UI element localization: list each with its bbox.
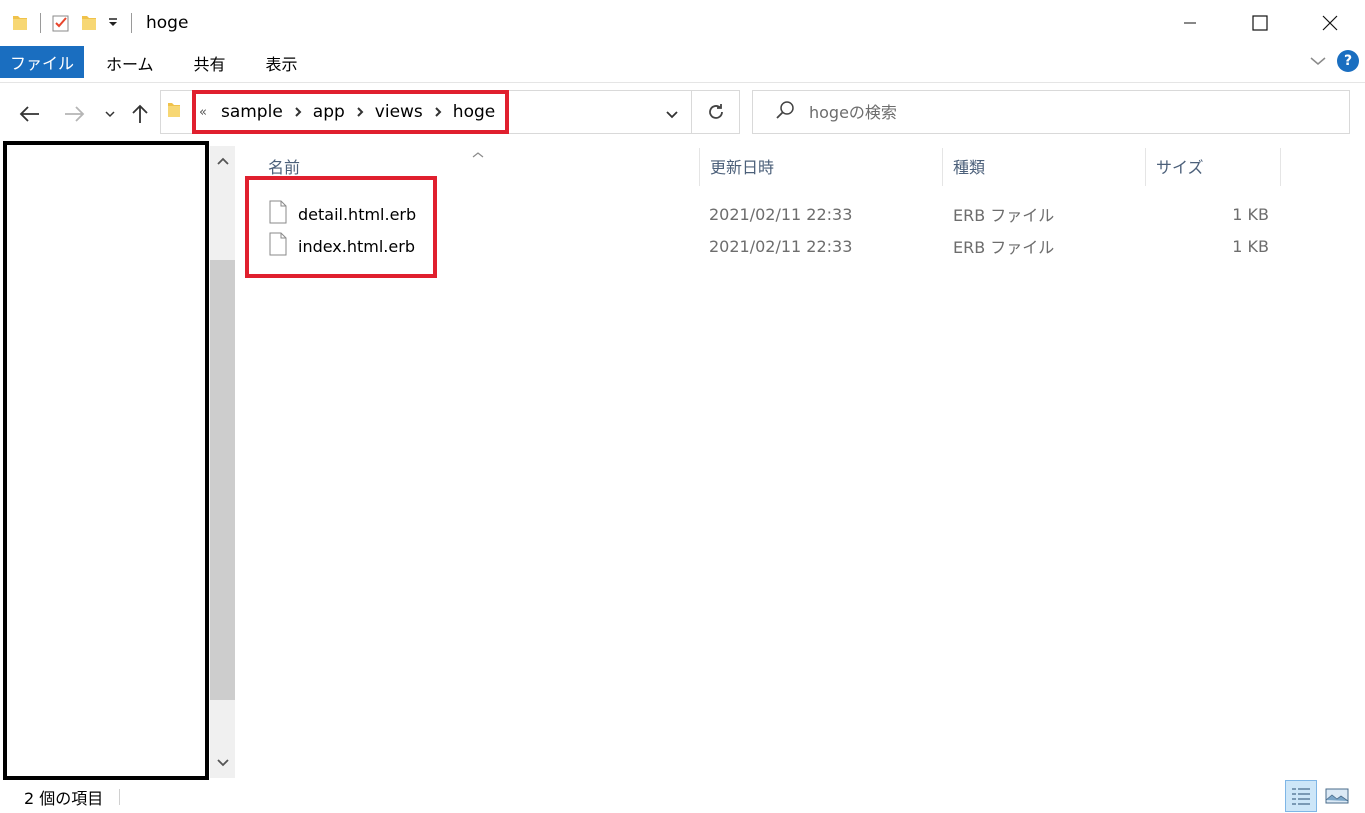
- ribbon-tabs: ファイル ホーム 共有 表示 ?: [0, 46, 1365, 83]
- refresh-button[interactable]: [692, 90, 740, 134]
- chevron-right-icon[interactable]: [289, 106, 307, 118]
- overflow-chevron[interactable]: «: [199, 105, 207, 120]
- file-icon: [268, 232, 288, 260]
- up-button[interactable]: [126, 100, 154, 128]
- file-type: ERB ファイル: [953, 238, 1055, 257]
- tab-share[interactable]: 共有: [176, 46, 244, 79]
- search-input[interactable]: [809, 102, 1289, 122]
- tab-home[interactable]: ホーム: [88, 46, 172, 79]
- breadcrumb-sample[interactable]: sample: [215, 102, 289, 122]
- divider: [119, 788, 121, 805]
- file-modified: 2021/02/11 22:33: [709, 236, 853, 256]
- file-type: ERB ファイル: [953, 206, 1055, 225]
- customize-dropdown-icon[interactable]: [107, 17, 119, 29]
- column-size[interactable]: サイズ: [1146, 146, 1280, 186]
- tab-view[interactable]: 表示: [248, 46, 316, 79]
- scroll-thumb[interactable]: [210, 260, 235, 700]
- file-size: 1 KB: [1232, 204, 1269, 224]
- ribbon-right-controls: ?: [1309, 50, 1359, 72]
- column-name[interactable]: 名前: [258, 146, 698, 186]
- scroll-down-button[interactable]: [210, 748, 235, 778]
- folder-icon: [12, 14, 28, 32]
- view-toggle: [1281, 780, 1353, 812]
- breadcrumb-hoge[interactable]: hoge: [447, 102, 501, 122]
- title-bar: hoge: [0, 0, 1365, 46]
- expand-ribbon-icon[interactable]: [1309, 52, 1327, 71]
- properties-icon[interactable]: [51, 13, 71, 33]
- maximize-button[interactable]: [1225, 0, 1295, 46]
- item-count: 2 個の項目: [24, 788, 104, 808]
- column-type[interactable]: 種類: [943, 146, 1145, 186]
- large-icons-view-button[interactable]: [1321, 780, 1353, 812]
- help-icon[interactable]: ?: [1337, 50, 1359, 72]
- breadcrumb-views[interactable]: views: [369, 102, 429, 122]
- details-view-button[interactable]: [1285, 780, 1317, 812]
- window-title: hoge: [146, 13, 189, 33]
- folder-icon: [167, 101, 181, 123]
- navigation-pane[interactable]: [3, 141, 209, 780]
- breadcrumb-app[interactable]: app: [307, 102, 351, 122]
- file-modified: 2021/02/11 22:33: [709, 204, 853, 224]
- quick-access-toolbar: [0, 0, 142, 46]
- file-name-cell: index.html.erb: [268, 230, 415, 262]
- column-header: 名前 更新日時 種類 サイズ: [240, 146, 1365, 188]
- address-dropdown-icon[interactable]: [665, 105, 679, 124]
- back-button[interactable]: [16, 100, 44, 128]
- file-row[interactable]: index.html.erb 2021/02/11 22:33 ERB ファイル…: [240, 230, 1365, 262]
- search-box[interactable]: [752, 90, 1350, 134]
- address-content: « sample app views hoge: [161, 91, 501, 133]
- divider: [40, 13, 41, 33]
- breadcrumb: sample app views hoge: [215, 102, 501, 122]
- file-size: 1 KB: [1232, 236, 1269, 256]
- file-icon: [268, 200, 288, 228]
- new-folder-icon[interactable]: [81, 14, 97, 32]
- search-icon: [775, 100, 795, 124]
- minimize-button[interactable]: [1155, 0, 1225, 46]
- explorer-window: hoge ファイル ホーム 共有 表示 ? « sample app views…: [0, 0, 1365, 813]
- close-button[interactable]: [1295, 0, 1365, 46]
- file-name: index.html.erb: [298, 236, 415, 256]
- window-controls: [1155, 0, 1365, 46]
- column-modified[interactable]: 更新日時: [700, 146, 942, 186]
- forward-button[interactable]: [60, 100, 88, 128]
- file-row[interactable]: detail.html.erb 2021/02/11 22:33 ERB ファイ…: [240, 198, 1365, 230]
- tab-file[interactable]: ファイル: [0, 46, 84, 78]
- recent-locations-button[interactable]: [96, 100, 124, 128]
- address-bar[interactable]: « sample app views hoge: [160, 90, 692, 134]
- scroll-up-button[interactable]: [210, 146, 235, 176]
- navigation-pane-scrollbar[interactable]: [210, 146, 235, 778]
- status-bar: 2 個の項目: [0, 780, 1365, 813]
- file-name: detail.html.erb: [298, 204, 417, 224]
- divider: [131, 13, 132, 33]
- file-name-cell: detail.html.erb: [268, 198, 416, 230]
- chevron-right-icon[interactable]: [351, 106, 369, 118]
- chevron-right-icon[interactable]: [429, 106, 447, 118]
- column-divider[interactable]: [1280, 148, 1281, 186]
